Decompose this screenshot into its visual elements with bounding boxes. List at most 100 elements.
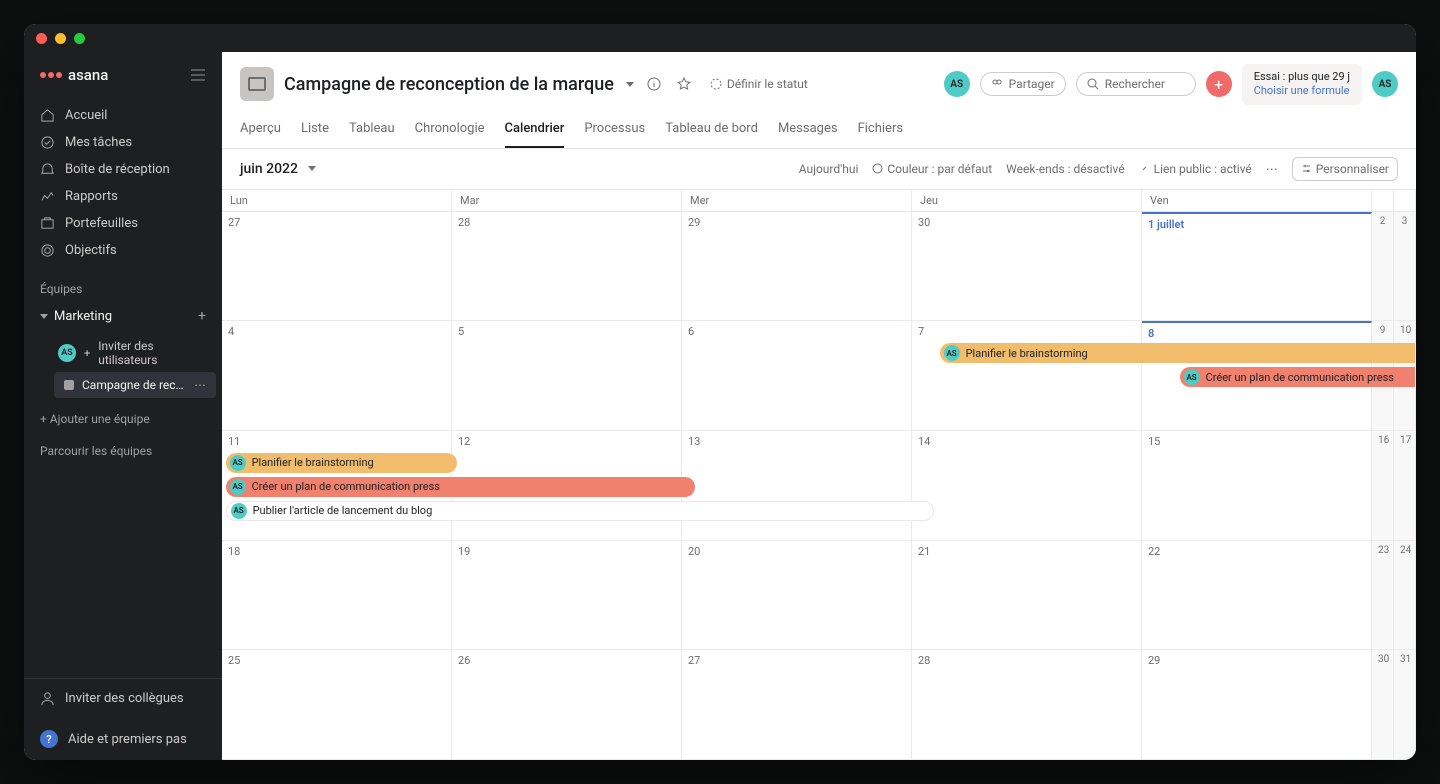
caret-down-icon [40,314,48,319]
tab-messages[interactable]: Messages [778,115,838,148]
assignee-avatar: AS [230,455,246,471]
day-cell[interactable]: 18 [222,541,452,650]
invite-users[interactable]: AS + Inviter des utilisateurs [48,334,222,372]
today-button[interactable]: Aujourd'hui [799,162,859,176]
day-cell[interactable]: 4 [222,321,452,430]
link-icon [1139,163,1150,174]
calendar-row: 18192021222324 [222,541,1416,651]
brand-label: asana [68,66,108,84]
sidebar: asana AccueilMes tâchesBoîte de réceptio… [24,52,222,760]
weekend-cell[interactable]: 2 [1372,212,1394,321]
status-icon [710,78,722,90]
weekend-cell[interactable]: 24 [1394,541,1416,650]
sliders-icon [1301,163,1312,174]
tab-chronologie[interactable]: Chronologie [415,115,485,148]
more-icon[interactable]: ⋯ [194,378,206,392]
help-button[interactable]: ? Aide et premiers pas [24,718,222,760]
color-filter[interactable]: Couleur : par défaut [872,162,992,176]
add-to-team-icon[interactable]: + [198,308,206,324]
set-status-button[interactable]: Définir le statut [704,75,814,93]
help-icon: ? [40,730,58,748]
calendar-event[interactable]: ASCréer un plan de communication press [1180,367,1415,387]
day-cell[interactable]: 1 juillet [1142,212,1372,321]
calendar-row: 45678910ASPlanifier le brainstormingASCr… [222,321,1416,431]
nav-bo-te-de-r-ception[interactable]: Boîte de réception [24,156,222,183]
day-cell[interactable]: 6 [682,321,912,430]
day-cell[interactable]: 21 [912,541,1142,650]
customize-button[interactable]: Personnaliser [1292,157,1398,181]
day-cell[interactable]: 7 [912,321,1142,430]
trial-banner[interactable]: Essai : plus que 29 j Choisir une formul… [1242,64,1362,105]
nav-mes-t-ches[interactable]: Mes tâches [24,129,222,156]
day-header: Mar [452,190,682,211]
tab-liste[interactable]: Liste [301,115,329,148]
tab-tableau[interactable]: Tableau [349,115,395,148]
weekend-cell[interactable]: 31 [1394,650,1416,759]
weekend-cell[interactable]: 23 [1372,541,1394,650]
nav-accueil[interactable]: Accueil [24,102,222,129]
weekends-toggle[interactable]: Week-ends : désactivé [1006,162,1124,176]
nav-objectifs[interactable]: Objectifs [24,237,222,264]
weekend-cell[interactable]: 17 [1394,431,1416,540]
day-cell[interactable]: 13 [682,431,912,540]
day-cell[interactable]: 28 [912,650,1142,759]
day-cell[interactable]: 25 [222,650,452,759]
tab-aper-u[interactable]: Aperçu [240,115,281,148]
search-input[interactable]: Rechercher [1076,72,1196,96]
tab-calendrier[interactable]: Calendrier [505,115,565,148]
day-cell[interactable]: 30 [912,212,1142,321]
tab-tableau-de-bord[interactable]: Tableau de bord [665,115,758,148]
day-cell[interactable]: 26 [452,650,682,759]
invite-colleagues[interactable]: Inviter des collègues [24,679,222,718]
create-button[interactable]: + [1206,71,1232,97]
assignee-avatar: AS [944,345,960,361]
maximize-icon[interactable] [74,33,85,44]
day-cell[interactable]: 27 [222,212,452,321]
minimize-icon[interactable] [55,33,66,44]
weekend-cell[interactable]: 16 [1372,431,1394,540]
user-avatar[interactable]: AS [1372,71,1398,97]
calendar-row: 25262728293031 [222,650,1416,760]
asana-logo[interactable]: asana [40,66,108,84]
sidebar-project-campagne[interactable]: Campagne de reconc... ⋯ [54,372,216,398]
member-avatar[interactable]: AS [944,71,970,97]
share-button[interactable]: Partager [980,72,1066,96]
calendar-event[interactable]: ASCréer un plan de communication press [226,477,695,497]
public-link-toggle[interactable]: Lien public : activé [1139,162,1252,176]
day-cell[interactable]: 28 [452,212,682,321]
day-cell[interactable]: 5 [452,321,682,430]
nav-portefeuilles[interactable]: Portefeuilles [24,210,222,237]
day-cell[interactable]: 15 [1142,431,1372,540]
day-cell[interactable]: 29 [1142,650,1372,759]
calendar-event[interactable]: ASPlanifier le brainstorming [940,343,1415,363]
day-header: Lun [222,190,452,211]
team-marketing[interactable]: Marketing + [24,302,222,330]
search-icon [1087,78,1099,90]
browse-teams[interactable]: Parcourir les équipes [24,436,222,466]
add-team-button[interactable]: + Ajouter une équipe [24,402,222,436]
collapse-sidebar-icon[interactable] [190,67,206,83]
palette-icon [872,163,883,174]
chevron-down-icon[interactable] [626,82,634,87]
weekend-cell[interactable]: 30 [1372,650,1394,759]
day-cell[interactable]: 29 [682,212,912,321]
calendar-event[interactable]: ASPlanifier le brainstorming [226,453,458,473]
month-selector[interactable]: juin 2022 [240,161,316,177]
more-icon[interactable]: ⋯ [1266,162,1278,176]
project-title[interactable]: Campagne de reconception de la marque [284,74,614,95]
info-icon[interactable] [644,74,664,94]
avatar: AS [58,344,76,362]
weekend-cell[interactable]: 3 [1394,212,1416,321]
close-icon[interactable] [36,33,47,44]
tab-fichiers[interactable]: Fichiers [858,115,903,148]
day-cell[interactable]: 20 [682,541,912,650]
day-cell[interactable]: 19 [452,541,682,650]
day-cell[interactable]: 27 [682,650,912,759]
day-cell[interactable]: 22 [1142,541,1372,650]
day-header: Mer [682,190,912,211]
calendar-event[interactable]: ASPublier l'article de lancement du blog [226,501,934,521]
star-icon[interactable] [674,74,694,94]
tab-processus[interactable]: Processus [584,115,645,148]
day-cell[interactable]: 14 [912,431,1142,540]
nav-rapports[interactable]: Rapports [24,183,222,210]
